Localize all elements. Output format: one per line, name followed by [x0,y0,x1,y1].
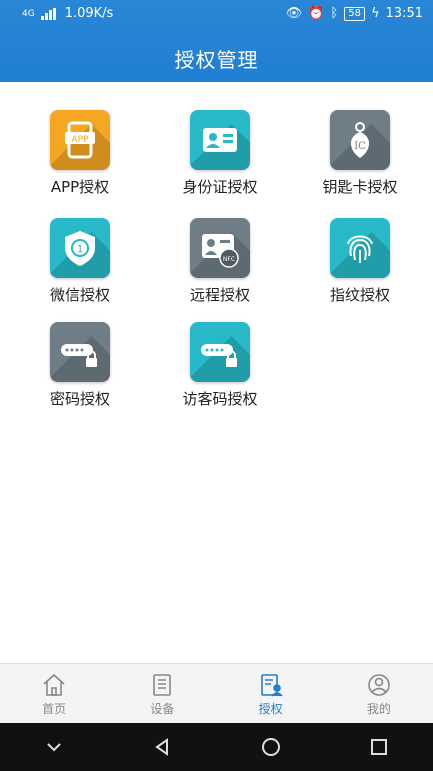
home-icon [43,673,65,696]
bluetooth-icon: ᛒ [330,6,339,21]
auth-item-remote[interactable]: NFC 远程授权 [150,218,290,305]
svg-text:1: 1 [77,244,83,255]
password-lock-icon [50,322,110,382]
nav-label: 首页 [42,702,67,716]
signal-icon [40,7,59,20]
battery-level: 58 [344,6,365,21]
alarm-icon: ⏰ [308,6,325,21]
auth-item-label: 访客码授权 [182,390,258,408]
back-icon[interactable] [151,736,173,758]
device-icon [153,674,172,696]
page-title: 授权管理 [174,48,259,72]
nav-authorize[interactable]: 授权 [217,664,325,724]
system-nav-bar [0,723,433,771]
eye-icon: 👁 [285,6,303,21]
nav-label: 授权 [258,702,283,716]
svg-text:IC: IC [354,141,366,152]
auth-item-label: 密码授权 [49,390,110,408]
auth-item-label: 远程授权 [189,286,250,304]
auth-item-fingerprint[interactable]: 指纹授权 [290,218,430,305]
app-header: 4G 1.09K/s 👁 ⏰ ᛒ 58 ϟ 13:51 授权管理 [0,0,433,82]
svg-text:NFC: NFC [223,256,235,263]
profile-icon [368,674,390,696]
auth-item-label: 身份证授权 [182,178,258,196]
auth-item-visitor[interactable]: 访客码授权 [150,322,290,409]
nav-profile[interactable]: 我的 [325,664,433,724]
key-card-icon: IC [330,110,390,170]
home-circle-icon[interactable] [260,736,282,758]
auth-item-label: 指纹授权 [329,286,390,304]
id-card-icon [190,110,250,170]
auth-item-wechat[interactable]: 1 微信授权 [10,218,150,305]
bottom-nav: 首页 设备 授权 我的 [0,663,433,724]
svg-text:APP: APP [71,135,89,145]
auth-item-app[interactable]: APP APP授权 [10,110,150,197]
nav-device[interactable]: 设备 [108,664,216,724]
status-bar: 4G 1.09K/s 👁 ⏰ ᛒ 58 ϟ 13:51 [0,0,433,30]
nav-label: 设备 [150,702,175,716]
auth-item-label: APP授权 [50,178,110,196]
visitor-code-icon [190,322,250,382]
network-speed: 1.09K/s [64,6,114,21]
clock-time: 13:51 [385,6,423,21]
fingerprint-icon [330,218,390,278]
auth-item-label: 微信授权 [49,286,110,304]
charging-icon: ϟ [370,6,380,21]
authorize-icon [260,674,283,697]
wechat-shield-icon: 1 [50,218,110,278]
auth-item-label: 钥匙卡授权 [322,178,398,196]
auth-item-id-card[interactable]: 身份证授权 [150,110,290,197]
nav-label: 我的 [366,702,391,716]
auth-item-password[interactable]: 密码授权 [10,322,150,409]
nav-home[interactable]: 首页 [0,664,108,724]
auth-item-key-card[interactable]: IC 钥匙卡授权 [290,110,430,197]
remote-nfc-icon: NFC [190,218,250,278]
network-label: 4G [22,8,35,19]
app-icon: APP [50,110,110,170]
chevron-down-icon[interactable] [43,736,65,758]
recents-icon[interactable] [368,736,390,758]
